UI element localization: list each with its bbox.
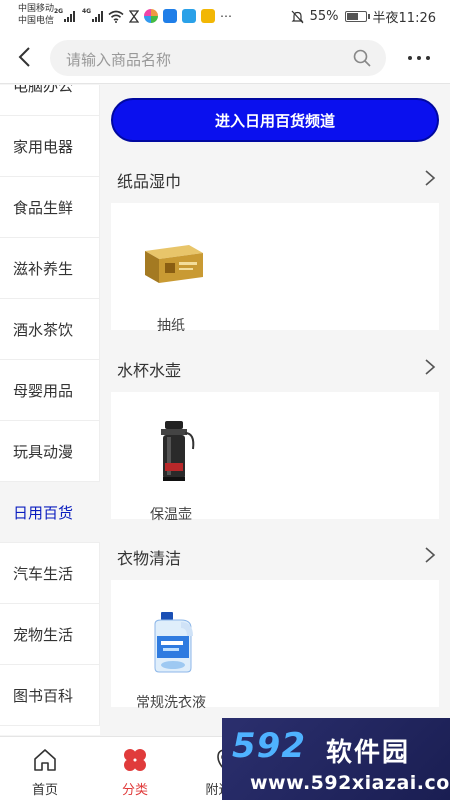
sidebar-item-baby[interactable]: 母婴用品 (0, 360, 100, 421)
watermark-url: www.592xiazai.com (250, 772, 450, 794)
sidebar-item-label: 玩具动漫 (13, 442, 74, 461)
hourglass-icon (129, 9, 139, 23)
nav-category[interactable]: 分类 (90, 737, 180, 800)
carrier-2: 中国电信 (18, 16, 55, 26)
mute-bell-icon (291, 10, 304, 23)
category-icon (124, 749, 146, 771)
chevron-right-icon[interactable] (424, 358, 436, 376)
product-label: 抽纸 (157, 318, 185, 334)
more-status-icon: ⋯ (220, 9, 232, 23)
sidebar-item-pets[interactable]: 宠物生活 (0, 604, 100, 665)
signal-2-tag: 4G (82, 8, 92, 15)
nav-label: 首页 (31, 783, 58, 798)
detergent-bottle-image (154, 612, 193, 673)
header: 请输入商品名称 (0, 32, 450, 84)
section-title: 纸品湿巾 (117, 172, 182, 191)
sidebar-item-label: 食品生鲜 (13, 198, 74, 217)
sidebar-item-label: 电脑办公 (13, 85, 74, 95)
back-arrow-icon[interactable] (12, 42, 40, 72)
sidebar-item-label: 滋补养生 (13, 259, 74, 278)
product-tile[interactable]: 常规洗衣液 (131, 602, 211, 711)
battery-icon (344, 11, 370, 22)
section-card: 抽纸 (111, 203, 439, 334)
sidebar-item-label: 母婴用品 (13, 381, 74, 400)
signal-icon: 2G (54, 8, 75, 22)
thermos-image (161, 421, 195, 481)
section-title: 衣物清洁 (117, 549, 182, 568)
sidebar-item-label: 图书百科 (13, 686, 74, 705)
carrier-1: 中国移动 (18, 4, 55, 14)
chevron-right-icon[interactable] (424, 546, 436, 564)
chevron-right-icon[interactable] (424, 169, 436, 187)
status-bar: 中国移动 中国电信 2G 4G ⋯ 55% 半夜11:26 (0, 0, 450, 32)
signal-1-tag: 2G (54, 8, 64, 15)
more-menu-icon[interactable] (408, 48, 436, 68)
search-input[interactable]: 请输入商品名称 (50, 40, 386, 76)
product-tile[interactable]: 抽纸 (131, 225, 211, 334)
sidebar-item-label: 酒水茶饮 (13, 320, 74, 339)
category-content: 进入日用百货频道 纸品湿巾 抽纸 水杯水壶 保温壶 衣物清洁 常规洗衣液 (100, 85, 450, 735)
sidebar-item-toys[interactable]: 玩具动漫 (0, 421, 100, 482)
watermark-number: 592 (232, 726, 306, 766)
status-icons: 2G 4G ⋯ (54, 8, 232, 24)
search-icon[interactable] (352, 48, 372, 68)
battery-percent: 55% (309, 9, 339, 24)
status-right: 55% 半夜11:26 (291, 7, 436, 26)
sidebar-item-label: 汽车生活 (13, 564, 74, 583)
app-icon (182, 9, 196, 23)
site-watermark: 592 软件园 www.592xiazai.com (222, 718, 450, 800)
product-tile[interactable]: 保温壶 (131, 414, 211, 523)
wifi-icon (108, 10, 124, 23)
sidebar-item-fresh-food[interactable]: 食品生鲜 (0, 177, 100, 238)
category-sidebar: 电脑办公 家用电器 食品生鲜 滋补养生 酒水茶饮 母婴用品 玩具动漫 日用百货 … (0, 85, 100, 735)
signal-icon: 4G (82, 8, 103, 22)
sidebar-item-label: 宠物生活 (13, 625, 74, 644)
mail-icon (201, 9, 215, 23)
section-card: 常规洗衣液 (111, 580, 439, 711)
sidebar-item-home-appliances[interactable]: 家用电器 (0, 116, 100, 177)
nav-label: 分类 (121, 783, 148, 798)
sidebar-item-auto[interactable]: 汽车生活 (0, 543, 100, 604)
sidebar-item-health[interactable]: 滋补养生 (0, 238, 100, 299)
sidebar-item-books[interactable]: 图书百科 (0, 665, 100, 726)
section-card: 保温壶 (111, 392, 439, 523)
section-title: 水杯水壶 (117, 361, 182, 380)
app-icon (144, 9, 158, 23)
watermark-name: 软件园 (326, 738, 411, 768)
sidebar-item-label: 家用电器 (13, 137, 74, 156)
app-icon (163, 9, 177, 23)
sidebar-item-drinks[interactable]: 酒水茶饮 (0, 299, 100, 360)
search-placeholder: 请输入商品名称 (66, 51, 172, 69)
home-icon (34, 749, 56, 771)
sidebar-item-daily-goods[interactable]: 日用百货 (0, 482, 100, 543)
carrier-info: 中国移动 中国电信 (18, 3, 54, 27)
sidebar-item-label: 日用百货 (13, 503, 74, 522)
nav-home[interactable]: 首页 (0, 737, 90, 800)
tissue-box-image (145, 245, 203, 283)
clock: 半夜11:26 (372, 11, 436, 26)
enter-channel-button[interactable]: 进入日用百货频道 (111, 98, 439, 142)
product-label: 保温壶 (150, 507, 192, 523)
sidebar-item-computer-office[interactable]: 电脑办公 (0, 85, 100, 116)
product-label: 常规洗衣液 (136, 695, 206, 711)
